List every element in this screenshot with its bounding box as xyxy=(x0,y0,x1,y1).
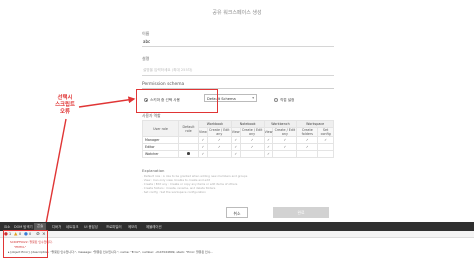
group-header-notebook: Notebook xyxy=(230,120,265,128)
check-icon xyxy=(239,150,265,158)
check-icon xyxy=(296,150,319,158)
user-role-section-label: 사용자 역할 xyxy=(142,113,161,118)
console-output: SCRIPT5022: 잘못된 인수입니다. "EMTCL" ▸ [object… xyxy=(0,238,474,258)
check-icon: ✓ xyxy=(206,136,232,144)
default-role-cell[interactable] xyxy=(178,143,199,151)
tab-dom-explorer[interactable]: DOM 탐색기 xyxy=(14,224,33,229)
check-icon: ✓ xyxy=(198,136,208,144)
subheader-cell: Create folders xyxy=(296,127,319,137)
description-input[interactable]: 설명을 입력하세요 (최대 255자) xyxy=(143,68,192,73)
explanation-line: · Set config : Set the workspace configu… xyxy=(142,190,206,194)
check-icon: ✓ xyxy=(296,136,319,144)
subheader-cell: View xyxy=(263,127,274,137)
check-icon: ✓ xyxy=(230,143,241,151)
check-icon: ✓ xyxy=(230,136,241,144)
subheader-cell: View xyxy=(230,127,241,137)
default-role-indicator xyxy=(187,152,190,155)
default-role-cell[interactable] xyxy=(178,150,199,158)
tab-elements[interactable]: 요소 xyxy=(4,224,10,229)
check-icon: ✓ xyxy=(317,136,334,144)
role-name: Editor xyxy=(142,143,179,151)
subheader-cell: Create / Edit any xyxy=(239,127,265,137)
check-icon: ✓ xyxy=(272,136,298,144)
role-name: Manager xyxy=(142,136,179,144)
name-underline xyxy=(142,46,334,47)
group-header-workbook: Workbook xyxy=(198,120,232,128)
ok-button[interactable]: 완료 xyxy=(273,207,329,218)
group-header-workspace: Workspace xyxy=(296,120,334,128)
console-toolbar: ● 1 ▲ 0 ● 0 ⊘ × xyxy=(0,231,474,238)
check-icon: ✓ xyxy=(239,136,265,144)
chevron-down-icon: ▾ xyxy=(252,96,254,101)
user-role-header: User role xyxy=(142,120,179,137)
check-icon: ✓ xyxy=(198,150,208,158)
table-row-manager: Manager ✓ ✓ ✓ ✓ ✓ ✓ ✓ ✓ xyxy=(142,136,334,144)
permission-schema-label: Permission schema xyxy=(142,82,185,87)
check-icon: ✓ xyxy=(239,143,265,151)
highlight-box-schema xyxy=(136,89,218,113)
name-input[interactable]: abc xyxy=(143,39,150,44)
cancel-button[interactable]: 취소 xyxy=(226,207,248,218)
tab-console[interactable]: 콘솔 xyxy=(34,223,47,230)
explanation-title: Explanation xyxy=(142,168,165,173)
role-name: Watcher xyxy=(142,150,179,158)
table-row-editor: Editor ✓ ✓ ✓ ✓ ✓ ✓ ✓ xyxy=(142,143,334,151)
check-icon: ✓ xyxy=(263,143,274,151)
tab-profiler[interactable]: 프로파일러 xyxy=(106,224,122,229)
tab-emulation[interactable]: 에뮬레이션 xyxy=(146,224,162,229)
permission-table: User role Default role Workbook Notebook… xyxy=(142,120,334,158)
check-icon xyxy=(317,143,334,151)
description-label: 설명 xyxy=(142,56,150,61)
check-icon xyxy=(272,150,298,158)
default-role-header: Default role xyxy=(178,120,199,137)
custom-radio-button[interactable] xyxy=(274,98,278,102)
check-icon xyxy=(317,150,334,158)
check-icon: ✓ xyxy=(206,143,232,151)
check-icon: ✓ xyxy=(198,143,208,151)
tab-debugger[interactable]: 디버거 xyxy=(52,224,61,229)
table-row-watcher: Watcher ✓ ✓ ✓ xyxy=(142,150,334,158)
check-icon: ✓ xyxy=(272,143,298,151)
subheader-cell: Create / Edit any xyxy=(272,127,298,137)
name-label: 이름 xyxy=(142,31,150,36)
description-underline xyxy=(142,75,334,76)
devtools-tab-bar: 요소 DOM 탐색기 콘솔 디버거 네트워크 UI 응답성 프로파일러 메모리 … xyxy=(0,222,474,231)
check-icon xyxy=(206,150,232,158)
highlight-box-console xyxy=(3,230,48,258)
tab-network[interactable]: 네트워크 xyxy=(66,224,78,229)
arrow-to-schema xyxy=(78,96,136,108)
page: 공유 워크스페이스 생성 이름 abc 설명 설명을 입력하세요 (최대 255… xyxy=(0,0,474,258)
default-role-cell[interactable] xyxy=(178,136,199,144)
tab-memory[interactable]: 메모리 xyxy=(128,224,137,229)
group-header-workbench: Workbench xyxy=(263,120,298,128)
arrow-to-console xyxy=(42,118,67,231)
subheader-cell: Create / Edit any xyxy=(206,127,232,137)
custom-option-label[interactable]: 직접 설정 xyxy=(280,98,294,103)
dialog-title: 공유 워크스페이스 생성 xyxy=(212,10,262,16)
subheader-cell: View xyxy=(198,127,208,137)
annotation-text: 선택시 스크립트 오류 xyxy=(55,95,75,115)
check-icon: ✓ xyxy=(263,136,274,144)
subheader-cell: Set config xyxy=(317,127,334,137)
check-icon: ✓ xyxy=(296,143,319,151)
check-icon: ✓ xyxy=(263,150,274,158)
tab-ui-responsiveness[interactable]: UI 응답성 xyxy=(84,224,98,229)
check-icon: ✓ xyxy=(230,150,241,158)
